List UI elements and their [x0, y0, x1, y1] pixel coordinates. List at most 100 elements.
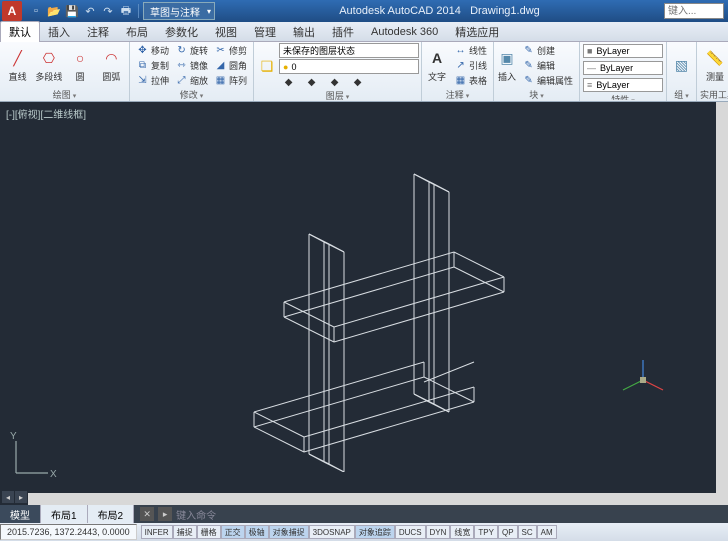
block-创建-button[interactable]: ✎创建 — [519, 44, 576, 58]
status-toggle-AM[interactable]: AM — [537, 525, 557, 539]
block-编辑-button[interactable]: ✎编辑 — [519, 59, 576, 73]
panel-label: 实用工具 — [700, 88, 728, 100]
status-toggle-DYN[interactable]: DYN — [426, 525, 451, 539]
redo-icon[interactable]: ↷ — [100, 3, 116, 19]
property-dropdown[interactable]: —ByLayer — [583, 61, 663, 75]
view-gizmo-icon[interactable] — [618, 355, 668, 405]
command-hint: 键入命令 — [176, 507, 216, 522]
annot-线性-button[interactable]: ↔线性 — [451, 44, 490, 58]
open-icon[interactable]: 📂 — [46, 3, 62, 19]
ribbon-tab[interactable]: 插入 — [40, 22, 79, 42]
status-toggle-对象追踪[interactable]: 对象追踪 — [355, 525, 395, 539]
ribbon-tab[interactable]: 默认 — [0, 21, 40, 43]
layer-tool-icon[interactable]: ◆ — [279, 75, 300, 89]
ribbon-tabs: 默认插入注释布局参数化视图管理输出插件Autodesk 360精选应用 — [0, 22, 728, 42]
status-toggle-极轴[interactable]: 极轴 — [245, 525, 269, 539]
panel-modify: ✥移动↻旋转✂修剪 ⧉复制⇿镜像◢圆角 ⇲拉伸⤢缩放▦阵列 修改 — [130, 42, 254, 101]
modify-修剪-button[interactable]: ✂修剪 — [211, 44, 250, 58]
status-toggle-栅格[interactable]: 栅格 — [197, 525, 221, 539]
modify-复制-button[interactable]: ⧉复制 — [133, 59, 172, 73]
ribbon-tab[interactable]: 视图 — [207, 22, 246, 42]
measure-button[interactable]: 📏测量 — [700, 44, 728, 88]
layout-tab[interactable]: 布局1 — [41, 505, 88, 523]
status-toggle-SC[interactable]: SC — [518, 525, 537, 539]
layer-tool-icon[interactable]: ◆ — [302, 75, 323, 89]
coordinates-readout: 2015.7236, 1372.2443, 0.0000 — [0, 524, 137, 540]
annot-表格-button[interactable]: ▦表格 — [451, 74, 490, 88]
layout-tab[interactable]: 布局2 — [88, 505, 135, 523]
text-button[interactable]: A文字 — [425, 44, 449, 88]
new-icon[interactable]: ▫ — [28, 3, 44, 19]
panel-label: 组 — [670, 88, 693, 100]
panel-annotation: A文字 ↔线性↗引线▦表格 注释 — [422, 42, 494, 101]
ribbon-tab[interactable]: 参数化 — [157, 22, 207, 42]
status-toggle-INFER[interactable]: INFER — [141, 525, 173, 539]
block-编辑属性-button[interactable]: ✎编辑属性 — [519, 74, 576, 88]
layer-properties-button[interactable]: ❏ — [257, 44, 277, 88]
scrollbar-horizontal[interactable] — [28, 493, 728, 505]
app-menu-button[interactable]: A — [2, 1, 22, 21]
panel-label: 修改 — [133, 88, 250, 100]
property-dropdown[interactable]: ≡ByLayer — [583, 78, 663, 92]
panel-draw: ╱直线⎔多段线○圆◠圆弧 绘图 — [0, 42, 130, 101]
ribbon-tab[interactable]: 输出 — [285, 22, 324, 42]
status-toggle-对象捕捉[interactable]: 对象捕捉 — [269, 525, 309, 539]
layer-current-dropdown[interactable]: ●0 — [279, 59, 419, 74]
layer-tool-icon[interactable]: ◆ — [325, 75, 346, 89]
nav-left-icon[interactable]: ◂ — [2, 491, 14, 503]
command-close-icon[interactable]: ✕ — [140, 507, 154, 521]
status-toggle-TPY[interactable]: TPY — [474, 525, 498, 539]
modify-移动-button[interactable]: ✥移动 — [133, 44, 172, 58]
ribbon-tab[interactable]: 注释 — [79, 22, 118, 42]
panel-label: 块 — [497, 88, 576, 100]
panel-label: 图层 — [257, 89, 418, 100]
command-line[interactable]: ✕ ▸ 键入命令 — [134, 505, 728, 523]
property-dropdown[interactable]: ■ByLayer — [583, 44, 663, 58]
modify-圆角-button[interactable]: ◢圆角 — [211, 59, 250, 73]
viewport-label[interactable]: [-][俯视][二维线框] — [6, 106, 86, 121]
panel-groups: ▧ 组 — [667, 42, 697, 101]
ucs-icon: XY — [8, 431, 58, 481]
modify-旋转-button[interactable]: ↻旋转 — [172, 44, 211, 58]
draw-圆-button[interactable]: ○圆 — [66, 44, 95, 88]
layer-state-dropdown[interactable]: 未保存的图层状态 — [279, 43, 419, 58]
command-prompt-icon[interactable]: ▸ — [158, 507, 172, 521]
modify-阵列-button[interactable]: ▦阵列 — [211, 74, 250, 88]
draw-圆弧-button[interactable]: ◠圆弧 — [97, 44, 126, 88]
draw-直线-button[interactable]: ╱直线 — [3, 44, 32, 88]
quick-access-toolbar: ▫ 📂 💾 ↶ ↷ 🖶 草图与注释 — [28, 2, 215, 20]
panel-block: ▣插入 ✎创建✎编辑✎编辑属性 块 — [494, 42, 580, 101]
ribbon-tab[interactable]: Autodesk 360 — [363, 24, 447, 40]
print-icon[interactable]: 🖶 — [118, 3, 134, 19]
modify-缩放-button[interactable]: ⤢缩放 — [172, 74, 211, 88]
group-button[interactable]: ▧ — [670, 44, 693, 88]
layout-tab[interactable]: 模型 — [0, 505, 41, 523]
draw-多段线-button[interactable]: ⎔多段线 — [34, 44, 63, 88]
status-toggle-QP[interactable]: QP — [498, 525, 518, 539]
layer-tool-icon[interactable]: ◆ — [348, 75, 369, 89]
drawing-canvas[interactable]: [-][俯视][二维线框] — [0, 102, 728, 505]
ribbon-tab[interactable]: 布局 — [118, 22, 157, 42]
status-toggle-捕捉[interactable]: 捕捉 — [173, 525, 197, 539]
ribbon-tab[interactable]: 管理 — [246, 22, 285, 42]
status-toggle-正交[interactable]: 正交 — [221, 525, 245, 539]
status-toggle-3DOSNAP[interactable]: 3DOSNAP — [309, 525, 355, 539]
help-search-input[interactable] — [664, 3, 724, 19]
window-title: Autodesk AutoCAD 2014 Drawing1.dwg — [215, 5, 664, 17]
modify-拉伸-button[interactable]: ⇲拉伸 — [133, 74, 172, 88]
status-toggle-线宽[interactable]: 线宽 — [450, 525, 474, 539]
save-icon[interactable]: 💾 — [64, 3, 80, 19]
ribbon: ╱直线⎔多段线○圆◠圆弧 绘图 ✥移动↻旋转✂修剪 ⧉复制⇿镜像◢圆角 ⇲拉伸⤢缩放… — [0, 42, 728, 102]
layout-tabs: 模型布局1布局2 ✕ ▸ 键入命令 — [0, 505, 728, 523]
insert-block-button[interactable]: ▣插入 — [497, 44, 517, 88]
workspace-dropdown[interactable]: 草图与注释 — [143, 2, 215, 20]
undo-icon[interactable]: ↶ — [82, 3, 98, 19]
annot-引线-button[interactable]: ↗引线 — [451, 59, 490, 73]
scrollbar-vertical[interactable] — [716, 102, 728, 493]
panel-layers: ❏ 未保存的图层状态 ●0 ◆ ◆ ◆ ◆ 图层 — [254, 42, 422, 101]
modify-镜像-button[interactable]: ⇿镜像 — [172, 59, 211, 73]
ribbon-tab[interactable]: 插件 — [324, 22, 363, 42]
ribbon-tab[interactable]: 精选应用 — [447, 22, 508, 42]
status-toggle-DUCS[interactable]: DUCS — [395, 525, 426, 539]
nav-right-icon[interactable]: ▸ — [15, 491, 27, 503]
